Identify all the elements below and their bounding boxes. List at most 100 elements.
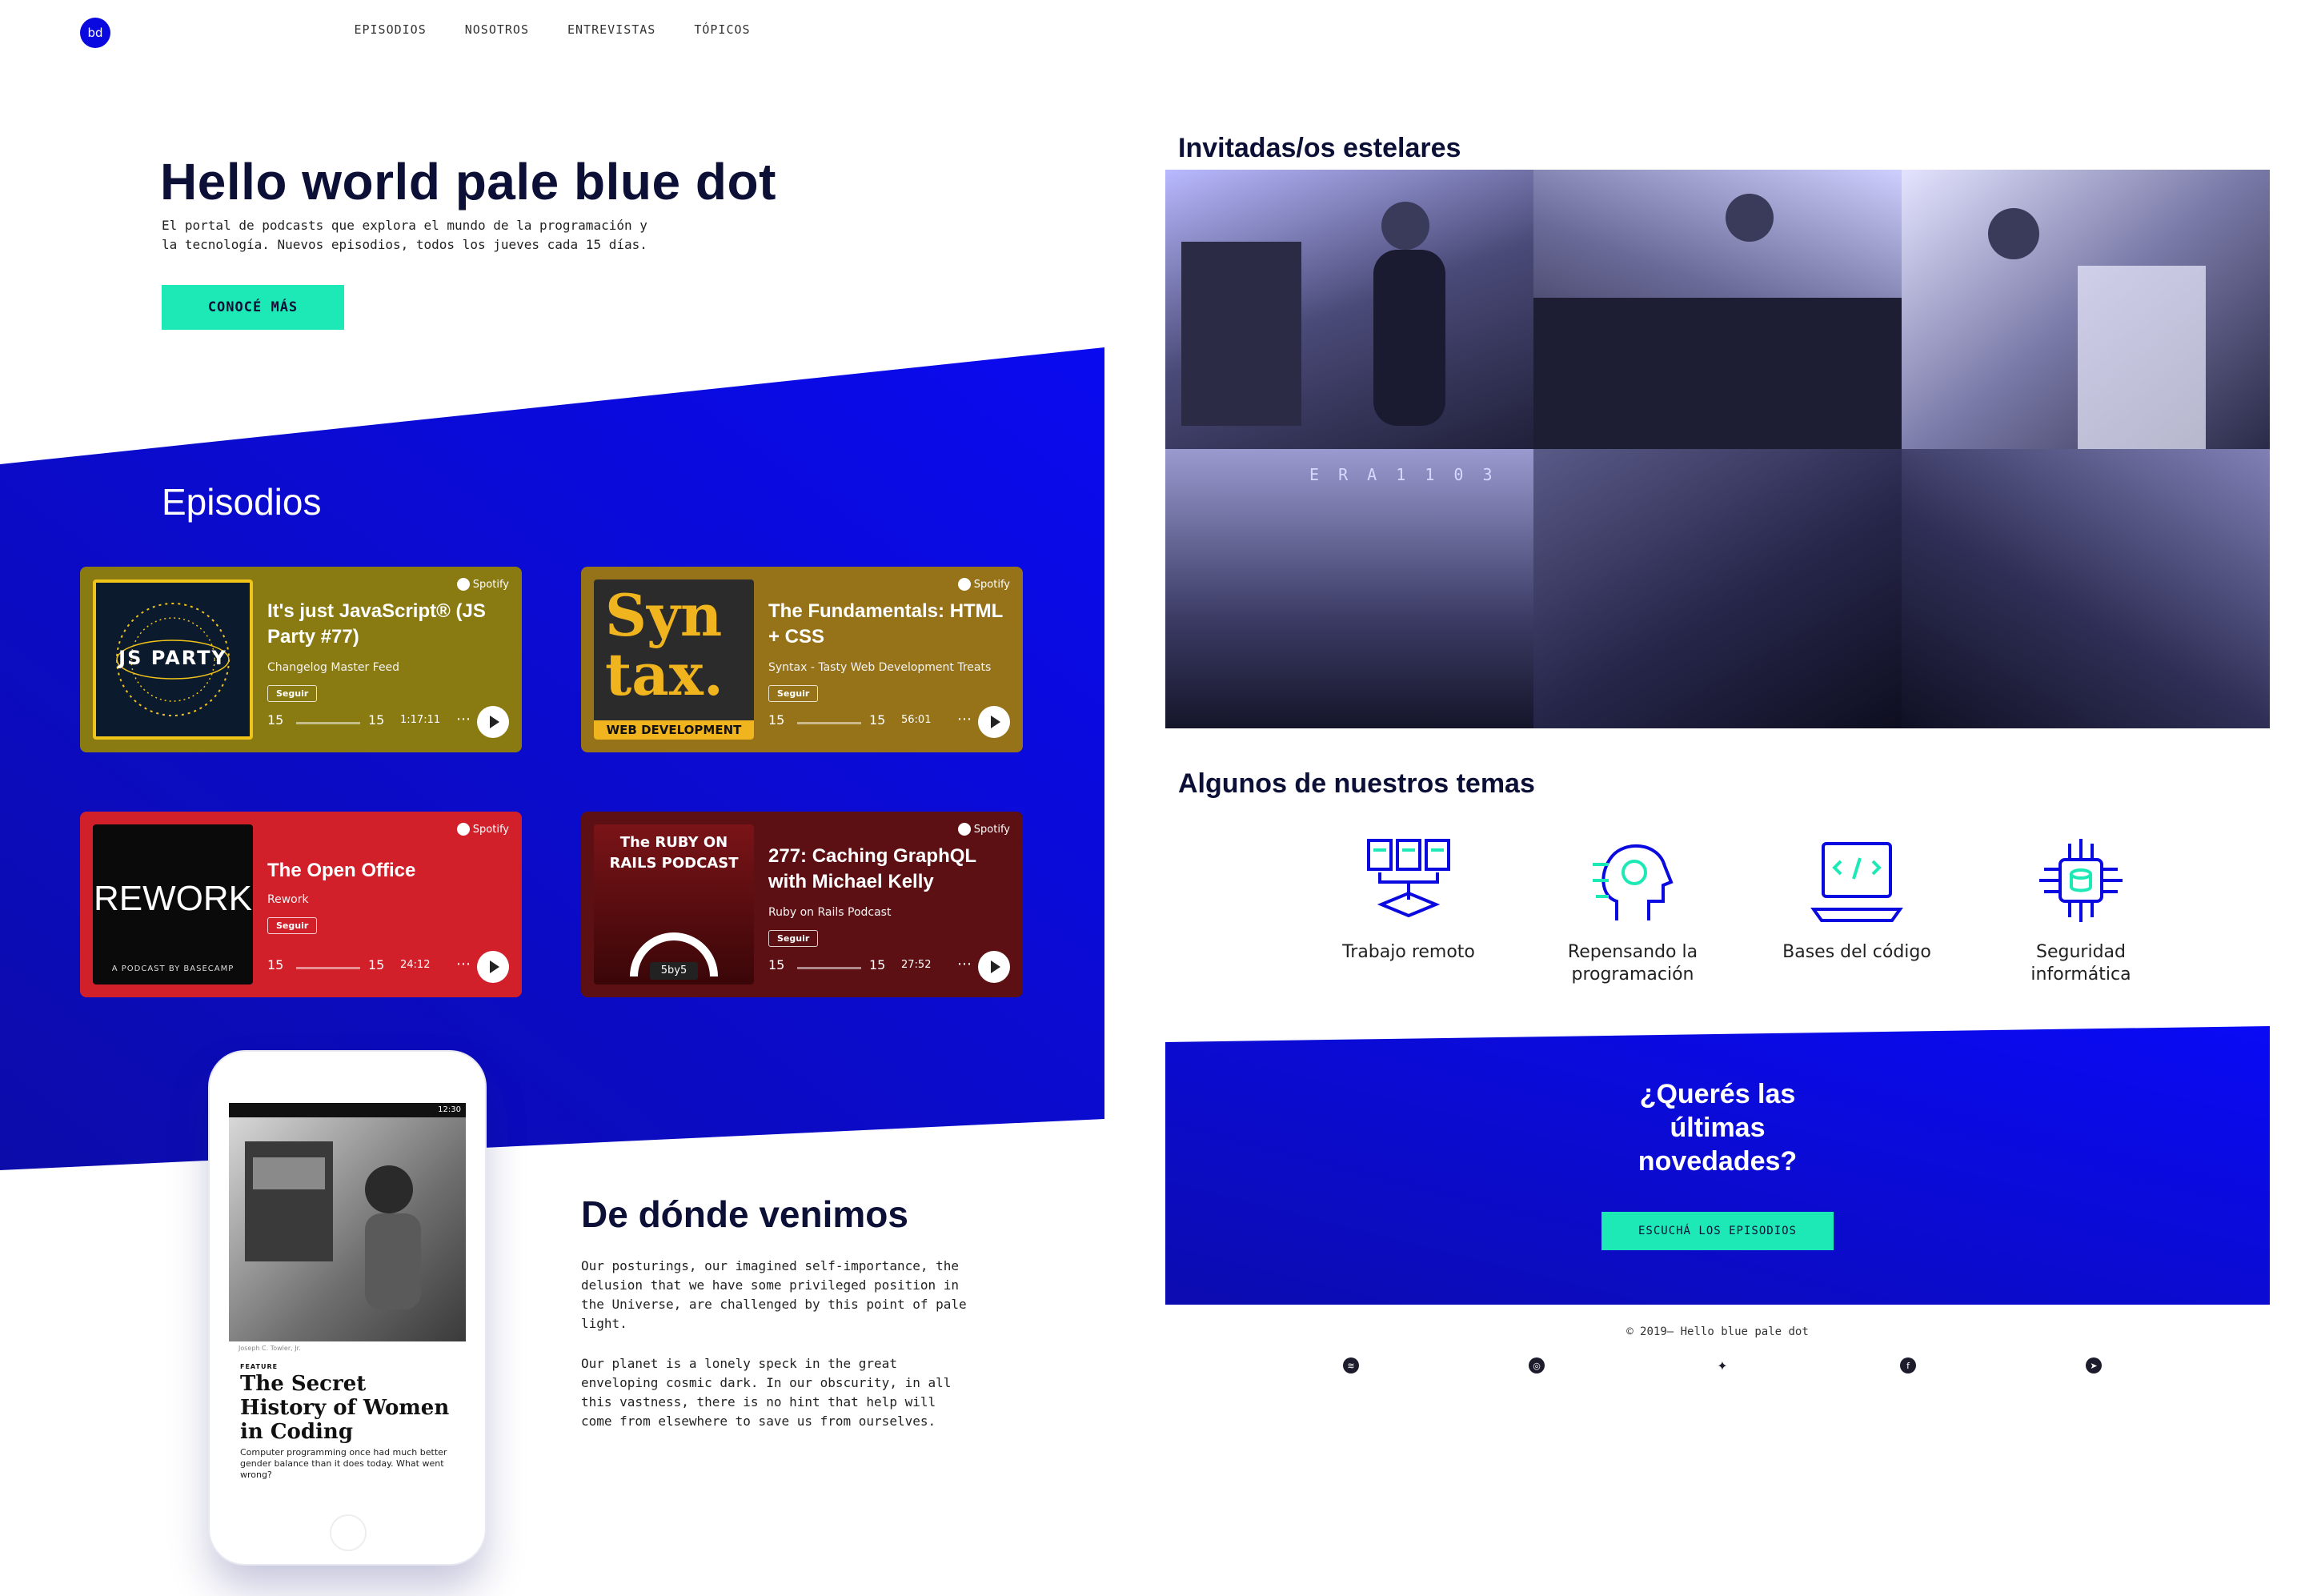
guest-photo-3[interactable]: [1902, 170, 2270, 449]
newsletter-title-line-2: últimas: [1670, 1113, 1766, 1143]
episode-author[interactable]: Syntax - Tasty Web Development Treats: [768, 661, 991, 674]
episodes-section-title: Episodios: [162, 481, 322, 523]
nav-episodios[interactable]: EPISODIOS: [354, 22, 426, 37]
episode-author[interactable]: Rework: [267, 893, 309, 906]
more-options-icon[interactable]: ⋯: [456, 711, 471, 728]
guest-photo-2[interactable]: [1533, 170, 1902, 449]
topics-list: Trabajo remoto Repensando la programació…: [1313, 832, 2177, 986]
skip-back-icon[interactable]: 15: [768, 712, 784, 728]
follow-button[interactable]: Seguir: [768, 685, 819, 702]
topic-repensando[interactable]: Repensando la programación: [1537, 832, 1729, 986]
follow-button[interactable]: Seguir: [267, 917, 318, 934]
facebook-icon[interactable]: f: [1900, 1357, 1916, 1373]
cover-subtitle: WEB DEVELOPMENT: [594, 720, 754, 740]
episode-card-syntax[interactable]: Syn tax. WEB DEVELOPMENT Spotify The Fun…: [581, 567, 1023, 752]
woman-at-computer-illustration: [245, 1141, 421, 1309]
episode-duration: 1:17:11: [400, 714, 441, 726]
phone-mockup: 12:30 Joseph C. Towler, Jr. FEATURE The …: [210, 1052, 485, 1564]
player-controls: 15 15 56:01 ⋯: [768, 706, 1010, 738]
spotify-badge[interactable]: Spotify: [456, 823, 509, 836]
play-icon[interactable]: [978, 706, 1010, 738]
guest-photo-6[interactable]: [1902, 449, 2270, 728]
main-nav: EPISODIOS NOSOTROS ENTREVISTAS TÓPICOS: [0, 22, 1104, 37]
social-links: ≋ ◎ ✦ f ➤: [1165, 1357, 2270, 1377]
hero-subtitle-line-2: la tecnología. Nuevos episodios, todos l…: [162, 237, 647, 252]
topics-title: Algunos de nuestros temas: [1178, 768, 1535, 799]
spotify-icon: [456, 578, 470, 591]
topic-trabajo-remoto[interactable]: Trabajo remoto: [1313, 832, 1505, 986]
guest-photo-5[interactable]: [1533, 449, 1902, 728]
phone-status-bar: 12:30: [229, 1103, 466, 1117]
spotify-badge[interactable]: Spotify: [957, 823, 1010, 836]
spotify-icon[interactable]: ≋: [1343, 1357, 1359, 1373]
spotify-icon: [957, 823, 971, 836]
cover-subtitle: A PODCAST BY BASECAMP: [111, 964, 235, 973]
progress-bar[interactable]: [296, 967, 360, 969]
play-icon[interactable]: [477, 706, 509, 738]
spotify-badge[interactable]: Spotify: [456, 578, 509, 591]
cover-text: JS PARTY: [118, 647, 227, 669]
guests-photo-grid: E R A 1 1 0 3: [1165, 170, 2270, 728]
spotify-icon: [456, 823, 470, 836]
cover-text: REWORK: [94, 879, 252, 918]
article-description: Computer programming once had much bette…: [240, 1447, 447, 1480]
topic-seguridad[interactable]: Seguridad informática: [1985, 832, 2177, 986]
topic-bases-codigo[interactable]: Bases del código: [1761, 832, 1953, 986]
origins-title: De dónde venimos: [581, 1193, 908, 1235]
hero-subtitle: El portal de podcasts que explora el mun…: [162, 216, 674, 255]
progress-bar[interactable]: [296, 722, 360, 724]
skip-forward-icon[interactable]: 15: [368, 712, 384, 728]
instagram-icon[interactable]: ◎: [1529, 1357, 1545, 1373]
listen-episodes-button[interactable]: ESCUCHÁ LOS EPISODIOS: [1601, 1212, 1834, 1250]
episode-title[interactable]: The Fundamentals: HTML + CSS: [768, 599, 1008, 650]
episode-title[interactable]: It's just JavaScript® (JS Party #77): [267, 599, 507, 650]
skip-back-icon[interactable]: 15: [267, 957, 283, 972]
follow-button[interactable]: Seguir: [768, 930, 819, 947]
progress-bar[interactable]: [797, 967, 861, 969]
twitter-icon[interactable]: ✦: [1714, 1357, 1730, 1373]
skip-forward-icon[interactable]: 15: [368, 957, 384, 972]
more-options-icon[interactable]: ⋯: [957, 711, 972, 728]
episode-card-js-party[interactable]: JS PARTY Spotify It's just JavaScript® (…: [80, 567, 522, 752]
episode-duration: 24:12: [400, 959, 431, 971]
player-controls: 15 15 27:52 ⋯: [768, 951, 1010, 983]
article-headline[interactable]: The Secret History of Women in Coding: [229, 1372, 466, 1444]
spotify-badge[interactable]: Spotify: [957, 578, 1010, 591]
topic-label: Repensando la programación: [1567, 942, 1698, 984]
player-controls: 15 15 1:17:11 ⋯: [267, 706, 509, 738]
hero-title: Hello world pale blue dot: [160, 153, 776, 211]
skip-forward-icon[interactable]: 15: [869, 712, 885, 728]
nav-topicos[interactable]: TÓPICOS: [694, 22, 750, 37]
skip-back-icon[interactable]: 15: [768, 957, 784, 972]
origins-paragraph-2: Our planet is a lonely speck in the grea…: [581, 1356, 952, 1429]
episode-author[interactable]: Changelog Master Feed: [267, 661, 399, 674]
progress-bar[interactable]: [797, 722, 861, 724]
spotify-label: Spotify: [472, 578, 509, 591]
guest-photo-4[interactable]: E R A 1 1 0 3: [1165, 449, 1533, 728]
nav-entrevistas[interactable]: ENTREVISTAS: [567, 22, 655, 37]
telegram-icon[interactable]: ➤: [2086, 1357, 2102, 1373]
cover-subtitle: 5by5: [650, 962, 698, 980]
more-options-icon[interactable]: ⋯: [957, 956, 972, 972]
copyright: © 2019— Hello blue pale dot: [1626, 1325, 1809, 1338]
episode-card-ruby-on-rails[interactable]: The RUBY ON RAILS PODCAST 5by5 Spotify 2…: [581, 812, 1023, 997]
phone-screen: 12:30 Joseph C. Towler, Jr. FEATURE The …: [229, 1103, 466, 1484]
more-options-icon[interactable]: ⋯: [456, 956, 471, 972]
era-label: E R A 1 1 0 3: [1309, 465, 1497, 484]
topic-label: Bases del código: [1782, 942, 1931, 962]
skip-forward-icon[interactable]: 15: [869, 957, 885, 972]
play-icon[interactable]: [477, 951, 509, 983]
nav-nosotros[interactable]: NOSOTROS: [465, 22, 529, 37]
guest-photo-1[interactable]: [1165, 170, 1533, 449]
episode-title[interactable]: 277: Caching GraphQL with Michael Kelly: [768, 844, 1008, 895]
episode-card-rework[interactable]: REWORK A PODCAST BY BASECAMP Spotify The…: [80, 812, 522, 997]
play-icon[interactable]: [978, 951, 1010, 983]
skip-back-icon[interactable]: 15: [267, 712, 283, 728]
conoce-mas-button[interactable]: CONOCÉ MÁS: [162, 285, 344, 330]
episode-author[interactable]: Ruby on Rails Podcast: [768, 906, 891, 919]
player-controls: 15 15 24:12 ⋯: [267, 951, 509, 983]
newsletter-title-line-3: novedades?: [1638, 1146, 1798, 1177]
hard-drives-illustration: [1533, 194, 1902, 449]
follow-button[interactable]: Seguir: [267, 685, 318, 702]
episode-title[interactable]: The Open Office: [267, 858, 507, 884]
